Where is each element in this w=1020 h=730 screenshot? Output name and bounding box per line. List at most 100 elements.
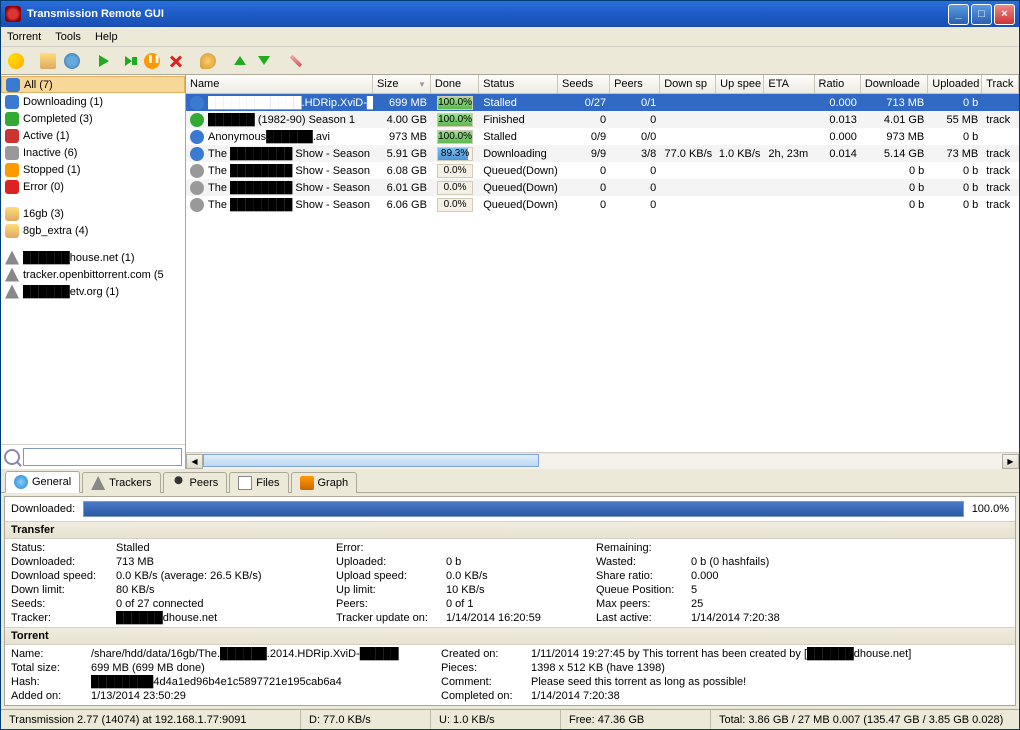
col-status[interactable]: Status	[479, 75, 558, 93]
maximize-button[interactable]: □	[971, 4, 992, 25]
menu-bar: Torrent Tools Help	[1, 27, 1019, 47]
snail-icon	[200, 53, 216, 69]
downloaded-percent: 100.0%	[972, 503, 1009, 515]
filter-inact[interactable]: Inactive (6)	[1, 144, 185, 161]
col-seeds[interactable]: Seeds	[558, 75, 610, 93]
move-down-button[interactable]	[253, 50, 275, 72]
info-icon	[14, 475, 28, 489]
status-icon	[190, 198, 204, 212]
filter-dl[interactable]: Downloading (1)	[1, 93, 185, 110]
move-up-button[interactable]	[229, 50, 251, 72]
horizontal-scrollbar[interactable]: ◀ ▶	[186, 452, 1019, 469]
stop-icon	[5, 163, 19, 177]
scroll-left-icon[interactable]: ◀	[186, 454, 203, 469]
col-downloaded[interactable]: Downloade	[861, 75, 928, 93]
err-icon	[5, 180, 19, 194]
open-torrent-button[interactable]	[37, 50, 59, 72]
link-icon	[64, 53, 80, 69]
pause-button[interactable]	[141, 50, 163, 72]
minimize-button[interactable]: _	[948, 4, 969, 25]
torrent-row[interactable]: The ████████ Show - Season 46.08 GB0.0%Q…	[186, 162, 1019, 179]
transfer-fields: Status:Stalled Error: Remaining: Downloa…	[5, 539, 1015, 627]
down-icon	[258, 56, 270, 65]
files-icon	[238, 476, 252, 490]
close-button[interactable]: ×	[994, 4, 1015, 25]
torrent-row[interactable]: The ████████ Show - Season 36.01 GB0.0%Q…	[186, 179, 1019, 196]
filter-err[interactable]: Error (0)	[1, 178, 185, 195]
connect-icon	[8, 53, 24, 69]
torrent-header: Torrent	[5, 627, 1015, 645]
act-icon	[5, 129, 19, 143]
filter-act[interactable]: Active (1)	[1, 127, 185, 144]
status-icon	[190, 113, 204, 127]
col-done[interactable]: Done	[431, 75, 479, 93]
torrent-fields: Name:/share/hdd/data/16gb/The.██████.201…	[5, 645, 1015, 705]
folder-icon	[5, 224, 19, 238]
torrent-row[interactable]: ████████████.HDRip.XviD-█████699 MB100.0…	[186, 94, 1019, 111]
start-button[interactable]	[93, 50, 115, 72]
col-eta[interactable]: ETA	[764, 75, 814, 93]
folder-item[interactable]: 16gb (3)	[1, 205, 185, 222]
search-input[interactable]	[23, 448, 182, 466]
torrent-row[interactable]: ██████ (1982-90) Season 14.00 GB100.0%Fi…	[186, 111, 1019, 128]
tracker-item[interactable]: tracker.openbittorrent.com (5	[1, 266, 185, 283]
status-icon	[190, 181, 204, 195]
folder-icon	[5, 207, 19, 221]
transfer-header: Transfer	[5, 521, 1015, 539]
col-downspeed[interactable]: Down sp	[660, 75, 716, 93]
tracker-icon	[5, 285, 19, 299]
col-ratio[interactable]: Ratio	[815, 75, 861, 93]
folder-item[interactable]: 8gb_extra (4)	[1, 222, 185, 239]
col-uploaded[interactable]: Uploaded	[928, 75, 982, 93]
play-all-icon	[125, 56, 132, 66]
add-link-button[interactable]	[61, 50, 83, 72]
graph-icon	[300, 476, 314, 490]
menu-help[interactable]: Help	[95, 31, 118, 43]
sidebar: All (7)Downloading (1)Completed (3)Activ…	[1, 75, 186, 469]
downloaded-label: Downloaded:	[11, 503, 75, 515]
status-free: Free: 47.36 GB	[561, 710, 711, 729]
status-up: U: 1.0 KB/s	[431, 710, 561, 729]
tab-files[interactable]: Files	[229, 472, 288, 493]
filter-stop[interactable]: Stopped (1)	[1, 161, 185, 178]
tracker-item[interactable]: ██████etv.org (1)	[1, 283, 185, 300]
done-icon	[5, 112, 19, 126]
tab-graph[interactable]: Graph	[291, 472, 358, 493]
app-icon	[5, 6, 21, 22]
status-connection: Transmission 2.77 (14074) at 192.168.1.7…	[1, 710, 301, 729]
folder-icon	[40, 53, 56, 69]
filter-done[interactable]: Completed (3)	[1, 110, 185, 127]
remove-button[interactable]	[165, 50, 187, 72]
search-icon	[4, 449, 20, 465]
scroll-thumb[interactable]	[203, 454, 539, 467]
col-tracker[interactable]: Track	[982, 75, 1019, 93]
remove-icon	[170, 55, 182, 67]
options-icon	[290, 54, 303, 67]
col-size[interactable]: Size▼	[373, 75, 431, 93]
menu-torrent[interactable]: Torrent	[7, 31, 41, 43]
options-button[interactable]	[285, 50, 307, 72]
filter-all[interactable]: All (7)	[1, 76, 185, 93]
torrent-row[interactable]: Anonymous██████.avi973 MB100.0%Stalled0/…	[186, 128, 1019, 145]
status-bar: Transmission 2.77 (14074) at 192.168.1.7…	[1, 709, 1019, 729]
start-all-button[interactable]	[117, 50, 139, 72]
torrent-grid: Name Size▼ Done Status Seeds Peers Down …	[186, 75, 1019, 469]
col-upspeed[interactable]: Up spee	[716, 75, 764, 93]
torrent-row[interactable]: The ████████ Show - Season 15.91 GB89.3%…	[186, 145, 1019, 162]
inact-icon	[5, 146, 19, 160]
status-icon	[190, 96, 204, 110]
title-bar: Transmission Remote GUI _ □ ×	[1, 1, 1019, 27]
menu-tools[interactable]: Tools	[55, 31, 81, 43]
torrent-row[interactable]: The ████████ Show - Season 26.06 GB0.0%Q…	[186, 196, 1019, 213]
tab-general[interactable]: General	[5, 471, 80, 493]
tab-trackers[interactable]: Trackers	[82, 472, 160, 493]
col-peers[interactable]: Peers	[610, 75, 660, 93]
status-total: Total: 3.86 GB / 27 MB 0.007 (135.47 GB …	[711, 710, 1019, 729]
all-icon	[6, 78, 20, 92]
connect-button[interactable]	[5, 50, 27, 72]
altspeed-button[interactable]	[197, 50, 219, 72]
col-name[interactable]: Name	[186, 75, 373, 93]
scroll-right-icon[interactable]: ▶	[1002, 454, 1019, 469]
tab-peers[interactable]: Peers	[163, 472, 228, 493]
tracker-item[interactable]: ██████house.net (1)	[1, 249, 185, 266]
